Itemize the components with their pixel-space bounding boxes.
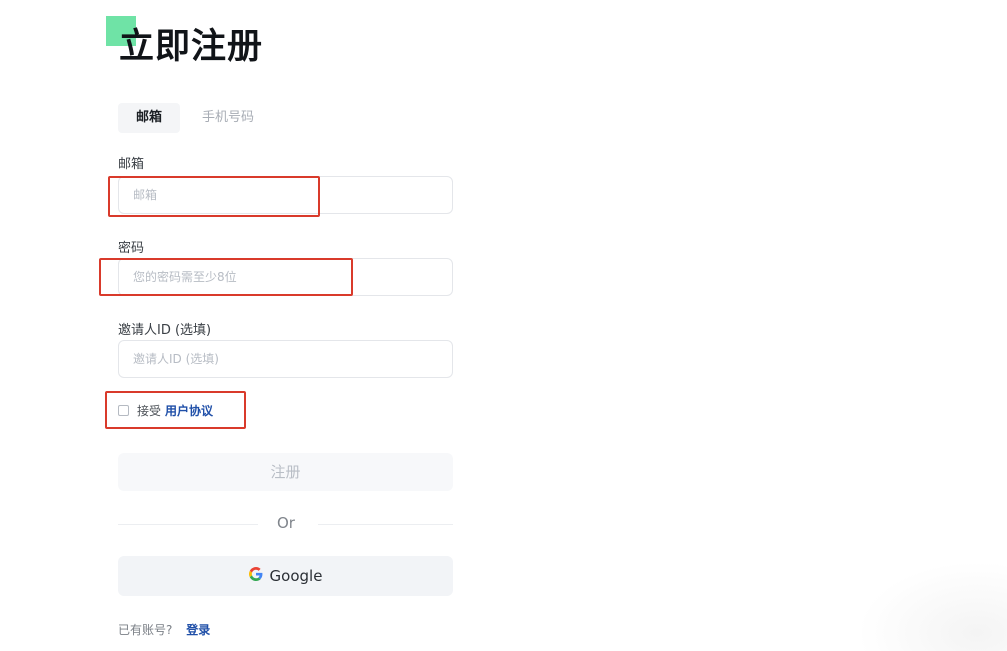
login-prompt: 已有账号? bbox=[118, 623, 173, 637]
password-label: 密码 bbox=[118, 241, 145, 256]
inviter-input[interactable] bbox=[118, 340, 453, 378]
divider-or: Or bbox=[277, 514, 295, 532]
google-signin-button[interactable]: Google bbox=[118, 556, 453, 596]
agreement-row: 接受 用户协议 bbox=[118, 400, 213, 420]
inviter-label: 邀请人ID (选填) bbox=[118, 323, 212, 338]
email-label: 邮箱 bbox=[118, 157, 145, 172]
password-input[interactable] bbox=[118, 258, 453, 296]
user-agreement-link[interactable]: 用户协议 bbox=[165, 402, 213, 419]
login-row: 已有账号? 登录 bbox=[118, 621, 210, 638]
agreement-prefix: 接受 bbox=[137, 403, 162, 418]
email-input[interactable] bbox=[118, 176, 453, 214]
page-title: 立即注册 bbox=[119, 27, 264, 67]
google-icon bbox=[248, 567, 270, 585]
register-button[interactable]: 注册 bbox=[118, 453, 453, 491]
google-button-label: Google bbox=[269, 567, 323, 585]
divider-line-right bbox=[318, 524, 453, 525]
tab-phone[interactable]: 手机号码 bbox=[193, 103, 263, 133]
divider-line-left bbox=[118, 524, 258, 525]
login-link[interactable]: 登录 bbox=[186, 623, 210, 637]
corner-glow bbox=[857, 561, 1007, 651]
agreement-checkbox[interactable] bbox=[118, 404, 129, 416]
tab-email[interactable]: 邮箱 bbox=[118, 103, 180, 133]
